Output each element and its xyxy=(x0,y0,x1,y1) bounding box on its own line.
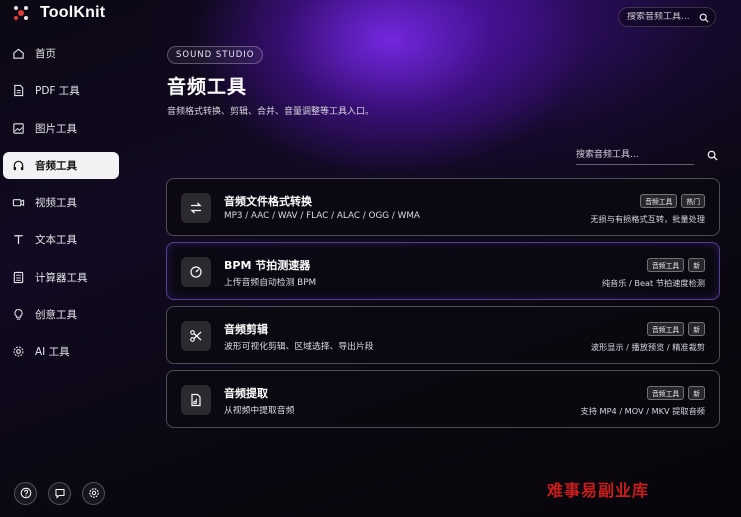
sidebar-item-creative[interactable]: 创意工具 xyxy=(3,301,119,328)
help-icon xyxy=(20,484,32,503)
sidebar-item-text[interactable]: 文本工具 xyxy=(3,226,119,253)
card-title: BPM 节拍测速器 xyxy=(224,259,311,272)
tool-list: 音频文件格式转换 MP3 / AAC / WAV / FLAC / ALAC /… xyxy=(166,178,720,434)
sidebar-item-audio[interactable]: 音频工具 xyxy=(3,151,119,179)
card-subtitle: 上传音频自动检测 BPM xyxy=(224,278,317,288)
tool-card-audio-clip[interactable]: 音频剪辑 波形可视化剪辑、区域选择、导出片段 音频工具 新 波形显示 / 播放预… xyxy=(166,306,720,364)
text-icon xyxy=(11,233,25,247)
swap-arrows-icon xyxy=(181,193,211,223)
card-tags: 音频工具 新 xyxy=(647,322,705,336)
help-button[interactable] xyxy=(14,482,37,505)
watermark-text: 难事易副业库 xyxy=(547,481,650,500)
card-subtitle: 波形可视化剪辑、区域选择、导出片段 xyxy=(224,342,374,352)
sidebar-item-label: 文本工具 xyxy=(35,234,77,247)
tool-card-bpm[interactable]: BPM 节拍测速器 上传音频自动检测 BPM 音频工具 新 纯音乐 / Beat… xyxy=(166,242,720,300)
sidebar-item-label: 图片工具 xyxy=(35,122,77,135)
status-badge: 新 xyxy=(688,322,705,336)
page-title: 音频工具 xyxy=(167,76,248,98)
scissors-icon xyxy=(181,321,211,351)
page-description: 音频格式转换、剪辑、合并、音量调整等工具入口。 xyxy=(167,107,375,117)
card-tags: 音频工具 新 xyxy=(647,258,705,272)
section-eyebrow: SOUND STUDIO xyxy=(167,46,264,64)
sidebar-item-label: AI 工具 xyxy=(35,346,70,359)
tool-card-audio-extract[interactable]: 音频提取 从视频中提取音频 音频工具 新 支持 MP4 / MOV / MKV … xyxy=(166,370,720,428)
card-subtitle: 从视频中提取音频 xyxy=(224,406,295,416)
calculator-icon xyxy=(11,270,25,284)
gauge-icon xyxy=(181,257,211,287)
status-badge: 热门 xyxy=(681,194,705,208)
file-icon xyxy=(11,84,25,98)
sidebar-item-pdf[interactable]: PDF 工具 xyxy=(3,77,119,104)
app-name: ToolKnit xyxy=(40,4,106,21)
search-icon[interactable] xyxy=(707,146,718,165)
sidebar-footer xyxy=(14,482,105,505)
settings-button[interactable] xyxy=(82,482,105,505)
top-search-input[interactable] xyxy=(627,12,693,22)
video-icon xyxy=(11,196,25,210)
sidebar-item-label: PDF 工具 xyxy=(35,85,80,98)
app-logo[interactable]: ToolKnit xyxy=(12,4,105,22)
sidebar-item-ai[interactable]: AI 工具 xyxy=(3,338,119,365)
audio-file-icon xyxy=(181,385,211,415)
lightbulb-icon xyxy=(11,308,25,322)
card-title: 音频文件格式转换 xyxy=(224,195,312,208)
sidebar-item-label: 视频工具 xyxy=(35,197,77,210)
tool-search-input[interactable] xyxy=(576,145,694,165)
card-tags: 音频工具 热门 xyxy=(640,194,705,208)
chat-button[interactable] xyxy=(48,482,71,505)
settings-icon xyxy=(88,484,100,503)
card-title: 音频提取 xyxy=(224,387,268,400)
gear-icon xyxy=(11,345,25,359)
sidebar-item-video[interactable]: 视频工具 xyxy=(3,189,119,216)
status-badge: 新 xyxy=(688,258,705,272)
category-badge: 音频工具 xyxy=(647,386,685,400)
image-icon xyxy=(11,121,25,135)
sidebar-item-label: 音频工具 xyxy=(35,159,77,172)
headphones-icon xyxy=(11,158,25,172)
card-meta: 无损与有损格式互转，批量处理 xyxy=(590,214,705,224)
logo-icon xyxy=(12,4,30,22)
chat-icon xyxy=(54,484,66,503)
sidebar-item-home[interactable]: 首页 xyxy=(3,40,119,67)
card-subtitle: MP3 / AAC / WAV / FLAC / ALAC / OGG / WM… xyxy=(224,211,420,221)
top-search-box[interactable] xyxy=(618,7,716,27)
tool-card-format-convert[interactable]: 音频文件格式转换 MP3 / AAC / WAV / FLAC / ALAC /… xyxy=(166,178,720,236)
sidebar-item-label: 首页 xyxy=(35,48,56,60)
sidebar-item-calculator[interactable]: 计算器工具 xyxy=(3,264,119,291)
card-meta: 波形显示 / 播放预览 / 精准裁剪 xyxy=(590,342,705,352)
card-meta: 纯音乐 / Beat 节拍速度检测 xyxy=(601,278,705,288)
card-title: 音频剪辑 xyxy=(224,323,268,336)
card-tags: 音频工具 新 xyxy=(647,386,705,400)
card-meta: 支持 MP4 / MOV / MKV 提取音频 xyxy=(580,406,705,416)
status-badge: 新 xyxy=(688,386,705,400)
category-badge: 音频工具 xyxy=(647,322,685,336)
category-badge: 音频工具 xyxy=(640,194,678,208)
home-icon xyxy=(11,47,25,61)
sidebar-item-label: 创意工具 xyxy=(35,309,77,322)
sidebar-item-image[interactable]: 图片工具 xyxy=(3,115,119,142)
tool-search[interactable] xyxy=(576,145,718,165)
category-badge: 音频工具 xyxy=(647,258,685,272)
sidebar: 首页 PDF 工具 图片工具 音频工具 视频工具 文本工具 计算器工具 创意工具… xyxy=(0,40,122,376)
sidebar-item-label: 计算器工具 xyxy=(35,271,88,284)
search-icon[interactable] xyxy=(699,8,709,27)
